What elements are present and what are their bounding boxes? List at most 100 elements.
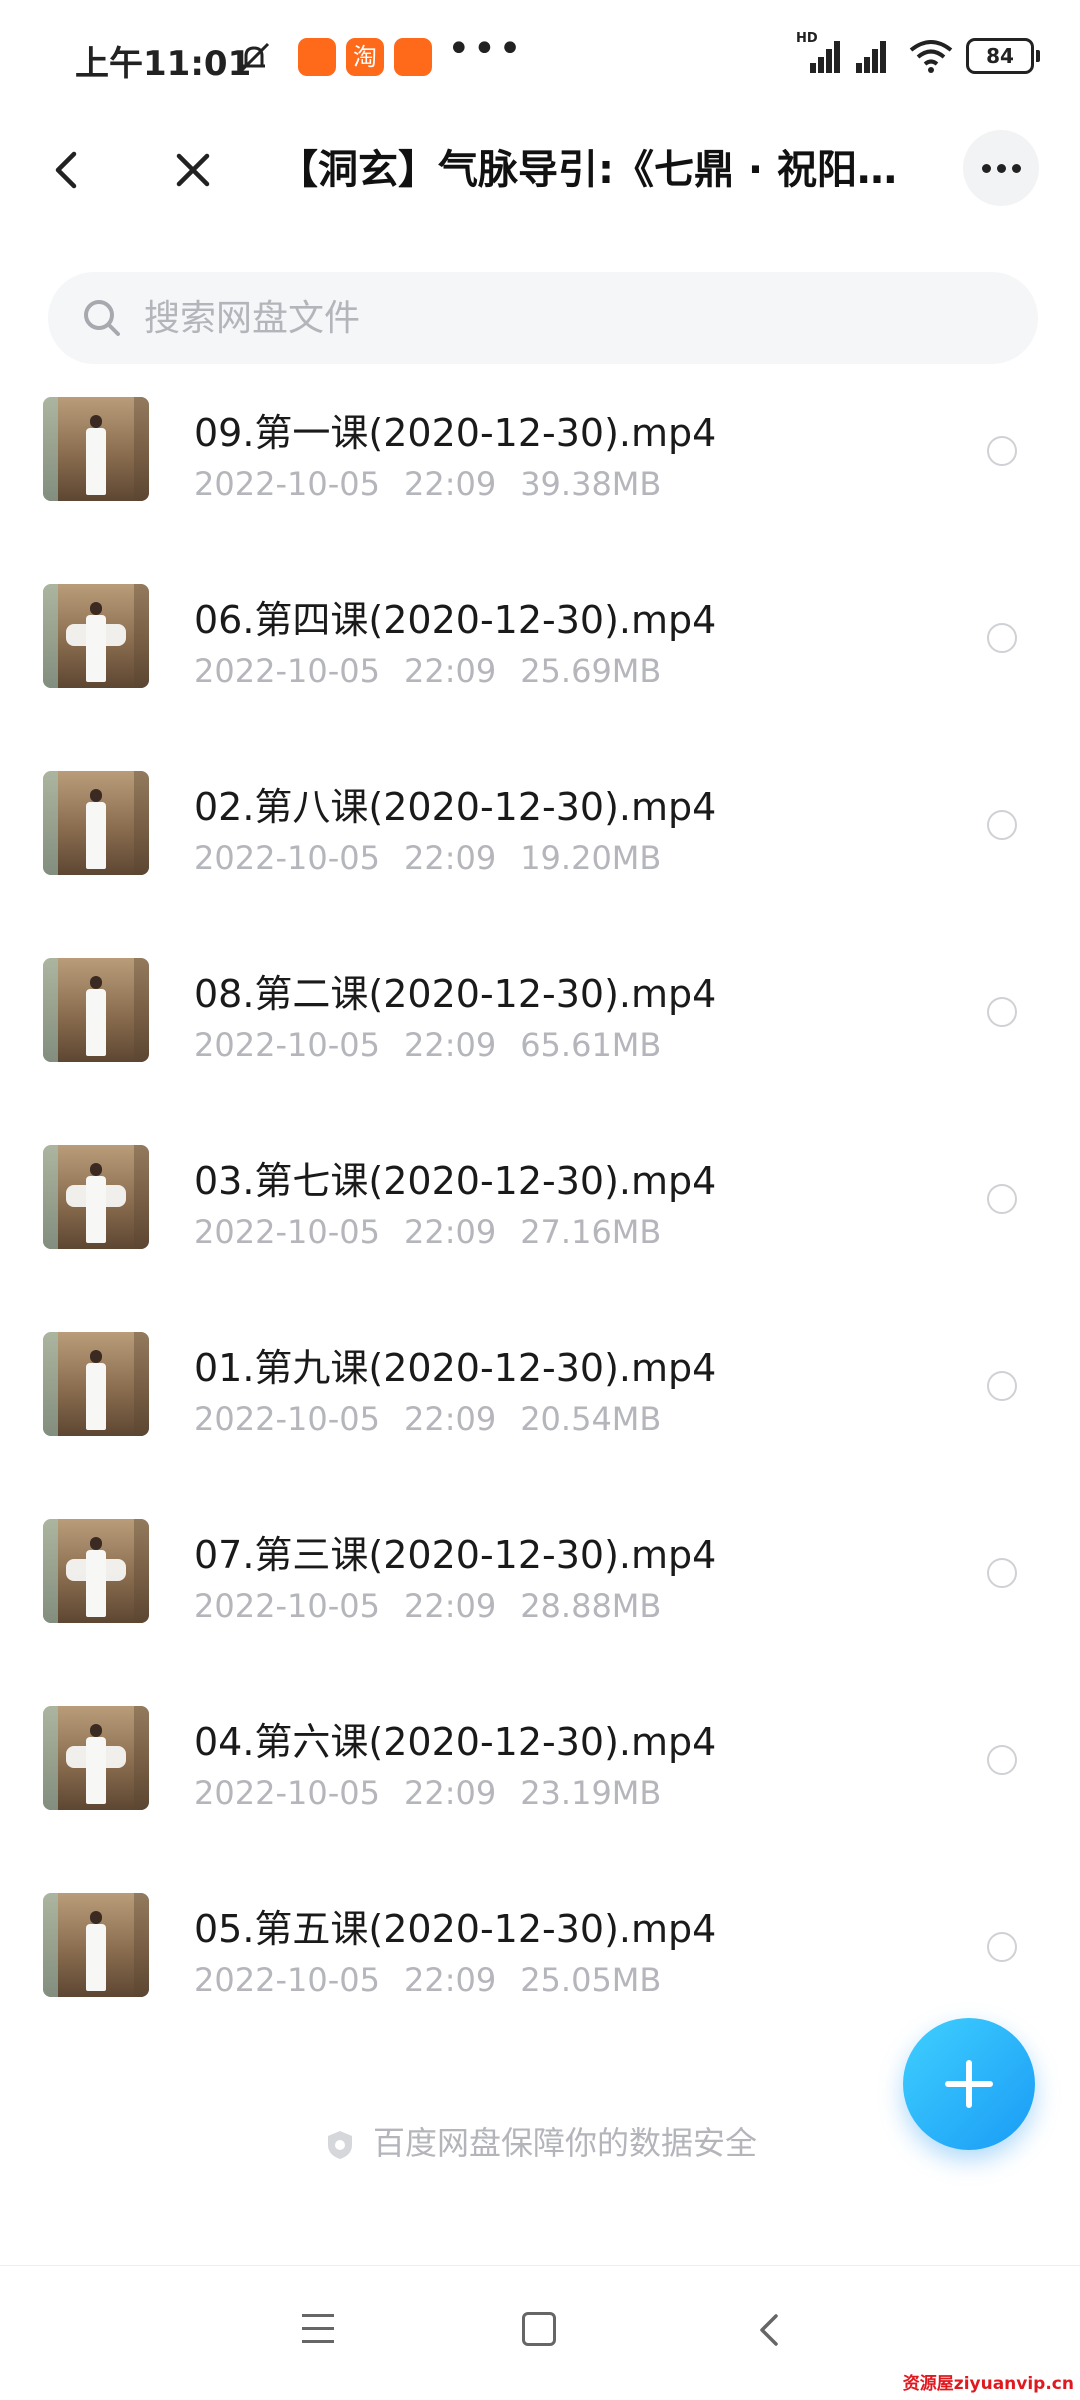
wifi-icon xyxy=(909,40,953,73)
video-thumbnail xyxy=(43,397,149,501)
file-time: 22:09 xyxy=(403,465,497,503)
file-row[interactable]: 04.第六课(2020-12-30).mp4 2022-10-05 22:09 23… xyxy=(0,1689,1080,1876)
select-radio[interactable] xyxy=(987,1932,1017,1962)
file-time: 22:09 xyxy=(403,839,497,877)
file-row[interactable]: 05.第五课(2020-12-30).mp4 2022-10-05 22:09 25… xyxy=(0,1876,1080,2063)
video-thumbnail xyxy=(43,1332,149,1436)
file-meta: 2022-10-05 22:09 25.05MB xyxy=(194,1961,685,1999)
file-size: 25.05MB xyxy=(520,1961,662,1999)
add-button[interactable] xyxy=(903,2018,1035,2150)
file-row[interactable]: 06.第四课(2020-12-30).mp4 2022-10-05 22:09 25… xyxy=(0,567,1080,754)
file-list: 09.第一课(2020-12-30).mp4 2022-10-05 22:09 39… xyxy=(0,380,1080,2063)
file-time: 22:09 xyxy=(403,1587,497,1625)
search-input[interactable] xyxy=(144,272,1004,364)
video-thumbnail xyxy=(43,958,149,1062)
file-time: 22:09 xyxy=(403,1400,497,1438)
file-size: 39.38MB xyxy=(520,465,662,503)
file-size: 27.16MB xyxy=(520,1213,662,1251)
file-name: 07.第三课(2020-12-30).mp4 xyxy=(194,1533,717,1577)
select-radio[interactable] xyxy=(987,1184,1017,1214)
file-name: 05.第五课(2020-12-30).mp4 xyxy=(194,1907,717,1951)
file-row[interactable]: 09.第一课(2020-12-30).mp4 2022-10-05 22:09 39… xyxy=(0,380,1080,567)
file-meta: 2022-10-05 22:09 20.54MB xyxy=(194,1400,685,1438)
battery-tip xyxy=(1036,50,1040,62)
video-thumbnail xyxy=(43,1145,149,1249)
file-row[interactable]: 01.第九课(2020-12-30).mp4 2022-10-05 22:09 20… xyxy=(0,1315,1080,1502)
file-meta: 2022-10-05 22:09 39.38MB xyxy=(194,465,685,503)
file-meta: 2022-10-05 22:09 19.20MB xyxy=(194,839,685,877)
file-row[interactable]: 03.第七课(2020-12-30).mp4 2022-10-05 22:09 27… xyxy=(0,1128,1080,1315)
security-note-text: 百度网盘保障你的数据安全 xyxy=(372,2124,757,2162)
file-date: 2022-10-05 xyxy=(194,1026,380,1064)
taobao-notification-icon: 淘 xyxy=(346,38,384,76)
file-date: 2022-10-05 xyxy=(194,1587,380,1625)
video-thumbnail xyxy=(43,771,149,875)
video-thumbnail xyxy=(43,584,149,688)
file-size: 25.69MB xyxy=(520,652,662,690)
nav-back-icon[interactable] xyxy=(752,2310,786,2350)
file-date: 2022-10-05 xyxy=(194,1400,380,1438)
home-square-icon[interactable] xyxy=(522,2312,556,2346)
file-time: 22:09 xyxy=(403,1213,497,1251)
close-icon[interactable] xyxy=(165,142,221,198)
app-notification-icon xyxy=(298,38,336,76)
watermark: 资源屋ziyuanvip.cn xyxy=(902,2374,1074,2394)
file-size: 65.61MB xyxy=(520,1026,662,1064)
more-dot xyxy=(1011,164,1021,173)
file-name: 04.第六课(2020-12-30).mp4 xyxy=(194,1720,717,1764)
signal-icon xyxy=(852,39,896,73)
plus-icon-v xyxy=(966,2060,972,2108)
more-notifications-icon: ••• xyxy=(447,26,524,72)
file-row[interactable]: 07.第三课(2020-12-30).mp4 2022-10-05 22:09 28… xyxy=(0,1502,1080,1689)
file-size: 28.88MB xyxy=(520,1587,662,1625)
file-date: 2022-10-05 xyxy=(194,1213,380,1251)
select-radio[interactable] xyxy=(987,810,1017,840)
status-time: 上午11:01 xyxy=(75,44,252,84)
file-meta: 2022-10-05 22:09 28.88MB xyxy=(194,1587,685,1625)
select-radio[interactable] xyxy=(987,623,1017,653)
file-date: 2022-10-05 xyxy=(194,1961,380,1999)
file-size: 19.20MB xyxy=(520,839,662,877)
file-date: 2022-10-05 xyxy=(194,1774,380,1812)
search-bar[interactable] xyxy=(48,272,1038,364)
shield-icon xyxy=(327,2131,352,2159)
video-thumbnail xyxy=(43,1893,149,1997)
file-name: 02.第八课(2020-12-30).mp4 xyxy=(194,785,717,829)
video-thumbnail xyxy=(43,1519,149,1623)
select-radio[interactable] xyxy=(987,1558,1017,1588)
screen: 上午11:01 淘 ••• HD 84 【洞玄】气脉导引:《七鼎 · 祝阳… 搜… xyxy=(0,0,1080,2400)
file-size: 20.54MB xyxy=(520,1400,662,1438)
file-row[interactable]: 02.第八课(2020-12-30).mp4 2022-10-05 22:09 19… xyxy=(0,754,1080,941)
select-radio[interactable] xyxy=(987,997,1017,1027)
file-name: 03.第七课(2020-12-30).mp4 xyxy=(194,1159,717,1203)
file-time: 22:09 xyxy=(403,1026,497,1064)
top-app-bar: 【洞玄】气脉导引:《七鼎 · 祝阳… xyxy=(0,120,1080,220)
select-radio[interactable] xyxy=(987,1371,1017,1401)
file-row[interactable]: 08.第二课(2020-12-30).mp4 2022-10-05 22:09 65… xyxy=(0,941,1080,1128)
select-radio[interactable] xyxy=(987,436,1017,466)
file-time: 22:09 xyxy=(403,1961,497,1999)
more-options-button[interactable] xyxy=(963,130,1039,206)
more-dot xyxy=(996,164,1006,173)
app-notification-icon xyxy=(394,38,432,76)
file-date: 2022-10-05 xyxy=(194,465,380,503)
status-right-group: HD 84 xyxy=(796,31,1040,78)
file-meta: 2022-10-05 22:09 65.61MB xyxy=(194,1026,685,1064)
recents-menu-icon[interactable] xyxy=(302,2314,334,2344)
file-date: 2022-10-05 xyxy=(194,652,380,690)
hd-signal-icon: HD xyxy=(796,31,840,73)
status-bar: 上午11:01 淘 ••• HD 84 xyxy=(0,0,1080,120)
file-name: 08.第二课(2020-12-30).mp4 xyxy=(194,972,717,1016)
file-time: 22:09 xyxy=(403,652,497,690)
file-meta: 2022-10-05 22:09 27.16MB xyxy=(194,1213,685,1251)
file-meta: 2022-10-05 22:09 25.69MB xyxy=(194,652,685,690)
more-dot xyxy=(981,164,991,173)
search-icon xyxy=(84,300,120,336)
select-radio[interactable] xyxy=(987,1745,1017,1775)
file-time: 22:09 xyxy=(403,1774,497,1812)
file-size: 23.19MB xyxy=(520,1774,662,1812)
back-icon[interactable] xyxy=(40,142,96,198)
page-title: 【洞玄】气脉导引:《七鼎 · 祝阳… xyxy=(278,147,898,193)
battery-indicator: 84 xyxy=(966,38,1034,74)
file-name: 06.第四课(2020-12-30).mp4 xyxy=(194,598,717,642)
